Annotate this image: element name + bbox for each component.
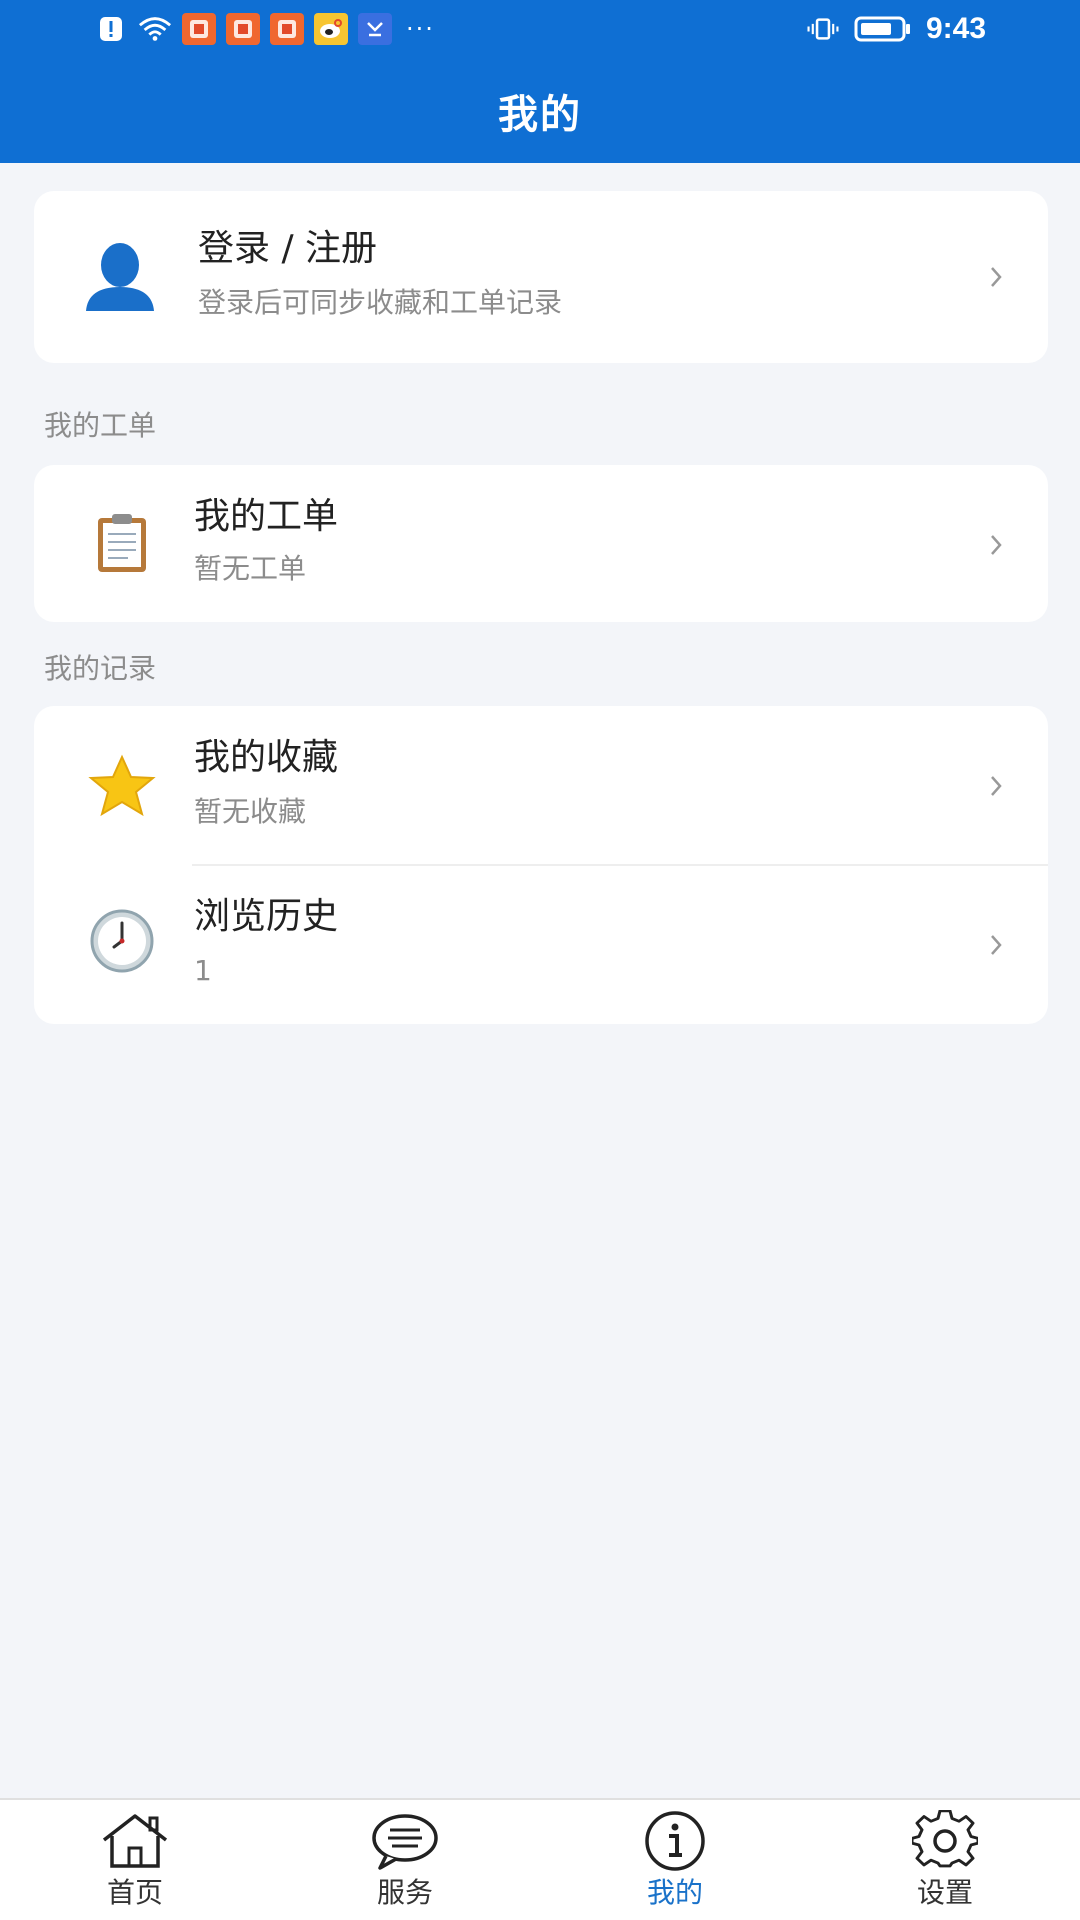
- tab-label: 设置: [916, 1876, 973, 1909]
- tab-label: 首页: [106, 1876, 163, 1909]
- page-title: 我的: [498, 92, 582, 138]
- tab-settings[interactable]: 设置: [865, 1810, 1025, 1920]
- list-item-favorites[interactable]: 我的收藏 暂无收藏: [34, 706, 1048, 866]
- tab-label: 我的: [646, 1876, 703, 1909]
- section-label-records: 我的记录: [44, 652, 157, 685]
- history-subtitle: 1: [194, 954, 212, 987]
- battery-icon: [854, 13, 912, 45]
- clock-icon: [82, 901, 162, 981]
- tab-services[interactable]: 服务: [325, 1810, 485, 1920]
- orders-subtitle: 暂无工单: [194, 552, 307, 585]
- chevron-right-icon: [984, 766, 1008, 806]
- section-label-orders: 我的工单: [44, 409, 157, 442]
- weibo-icon: [314, 13, 348, 45]
- more-dots-icon: ···: [406, 15, 435, 43]
- star-icon: [82, 746, 162, 826]
- status-icons-left: ···: [94, 12, 435, 46]
- login-subtitle: 登录后可同步收藏和工单记录: [198, 286, 563, 319]
- history-title: 浏览历史: [194, 896, 339, 937]
- status-time: 9:43: [925, 12, 986, 45]
- records-card: 我的收藏 暂无收藏 浏览历史 1: [34, 706, 1048, 1024]
- tab-label: 服务: [376, 1876, 433, 1909]
- wifi-icon: [138, 13, 172, 45]
- tab-mine[interactable]: 我的: [595, 1810, 755, 1920]
- clipboard-icon: [82, 503, 162, 583]
- app-icon: [226, 13, 260, 45]
- home-icon: [100, 1810, 170, 1872]
- app-icon: [358, 13, 392, 45]
- login-card[interactable]: 登录 / 注册 登录后可同步收藏和工单记录: [34, 191, 1048, 363]
- app-icon: [270, 13, 304, 45]
- chevron-right-icon: [984, 925, 1008, 965]
- tab-home[interactable]: 首页: [55, 1810, 215, 1920]
- info-icon: [640, 1810, 710, 1872]
- chevron-right-icon: [984, 525, 1008, 565]
- login-title: 登录 / 注册: [198, 228, 378, 269]
- chat-bubble-icon: [370, 1810, 440, 1872]
- status-bar: ··· 9:43: [0, 0, 1080, 60]
- profile-page: ··· 9:43 我的 登录 / 注册 登录后可同步收藏和工单记录 我的工单 我…: [0, 0, 1080, 1920]
- alert-icon: [94, 13, 128, 45]
- bottom-tab-bar: 首页 服务 我的 设置: [0, 1798, 1080, 1920]
- app-icon: [182, 13, 216, 45]
- orders-title: 我的工单: [194, 496, 339, 537]
- status-icons-right: 9:43: [806, 10, 986, 48]
- list-item-history[interactable]: 浏览历史 1: [34, 865, 1048, 1024]
- favorites-subtitle: 暂无收藏: [194, 795, 307, 828]
- vibrate-icon: [806, 13, 840, 45]
- gear-icon: [910, 1810, 980, 1872]
- chevron-right-icon: [984, 257, 1008, 297]
- user-avatar-icon: [80, 237, 160, 317]
- app-header: ··· 9:43 我的: [0, 0, 1080, 163]
- orders-card[interactable]: 我的工单 暂无工单: [34, 465, 1048, 622]
- favorites-title: 我的收藏: [194, 737, 339, 778]
